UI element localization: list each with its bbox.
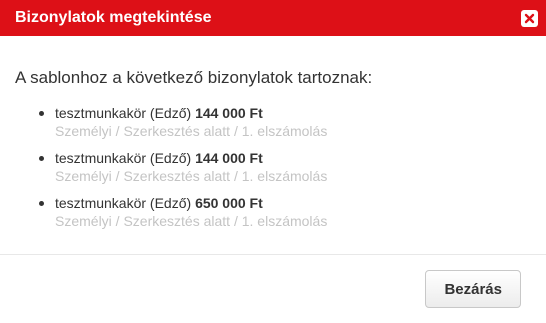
intro-text: A sablonhoz a következő bizonylatok tart… xyxy=(15,68,373,87)
list-item: tesztmunkakör (Edző) 144 000 Ft Személyi… xyxy=(39,149,531,185)
dialog-titlebar: Bizonylatok megtekintése xyxy=(0,0,546,36)
document-title: tesztmunkakör (Edző) 650 000 Ft xyxy=(55,194,531,212)
document-name: tesztmunkakör (Edző) xyxy=(55,150,192,166)
bullet-icon xyxy=(39,111,44,116)
dialog-close-button[interactable] xyxy=(521,9,538,27)
document-list: tesztmunkakör (Edző) 144 000 Ft Személyi… xyxy=(15,104,531,230)
document-details: Személyi / Szerkesztés alatt / 1. elszám… xyxy=(55,123,328,139)
dialog-body: A sablonhoz a következő bizonylatok tart… xyxy=(0,36,546,255)
document-title: tesztmunkakör (Edző) 144 000 Ft xyxy=(55,149,531,167)
document-name: tesztmunkakör (Edző) xyxy=(55,105,192,121)
document-amount: 650 000 Ft xyxy=(195,195,263,211)
documents-dialog: Bizonylatok megtekintése A sablonhoz a k… xyxy=(0,0,546,323)
document-name: tesztmunkakör (Edző) xyxy=(55,195,192,211)
close-icon xyxy=(524,13,535,23)
document-amount: 144 000 Ft xyxy=(195,105,263,121)
bullet-icon xyxy=(39,201,44,206)
document-amount: 144 000 Ft xyxy=(195,150,263,166)
dialog-footer: Bezárás xyxy=(0,255,546,322)
close-button[interactable]: Bezárás xyxy=(425,270,521,308)
document-details: Személyi / Szerkesztés alatt / 1. elszám… xyxy=(55,168,328,184)
dialog-title: Bizonylatok megtekintése xyxy=(15,9,212,26)
document-title: tesztmunkakör (Edző) 144 000 Ft xyxy=(55,104,531,122)
list-item: tesztmunkakör (Edző) 144 000 Ft Személyi… xyxy=(39,104,531,140)
list-item: tesztmunkakör (Edző) 650 000 Ft Személyi… xyxy=(39,194,531,230)
document-details: Személyi / Szerkesztés alatt / 1. elszám… xyxy=(55,213,328,229)
bullet-icon xyxy=(39,156,44,161)
